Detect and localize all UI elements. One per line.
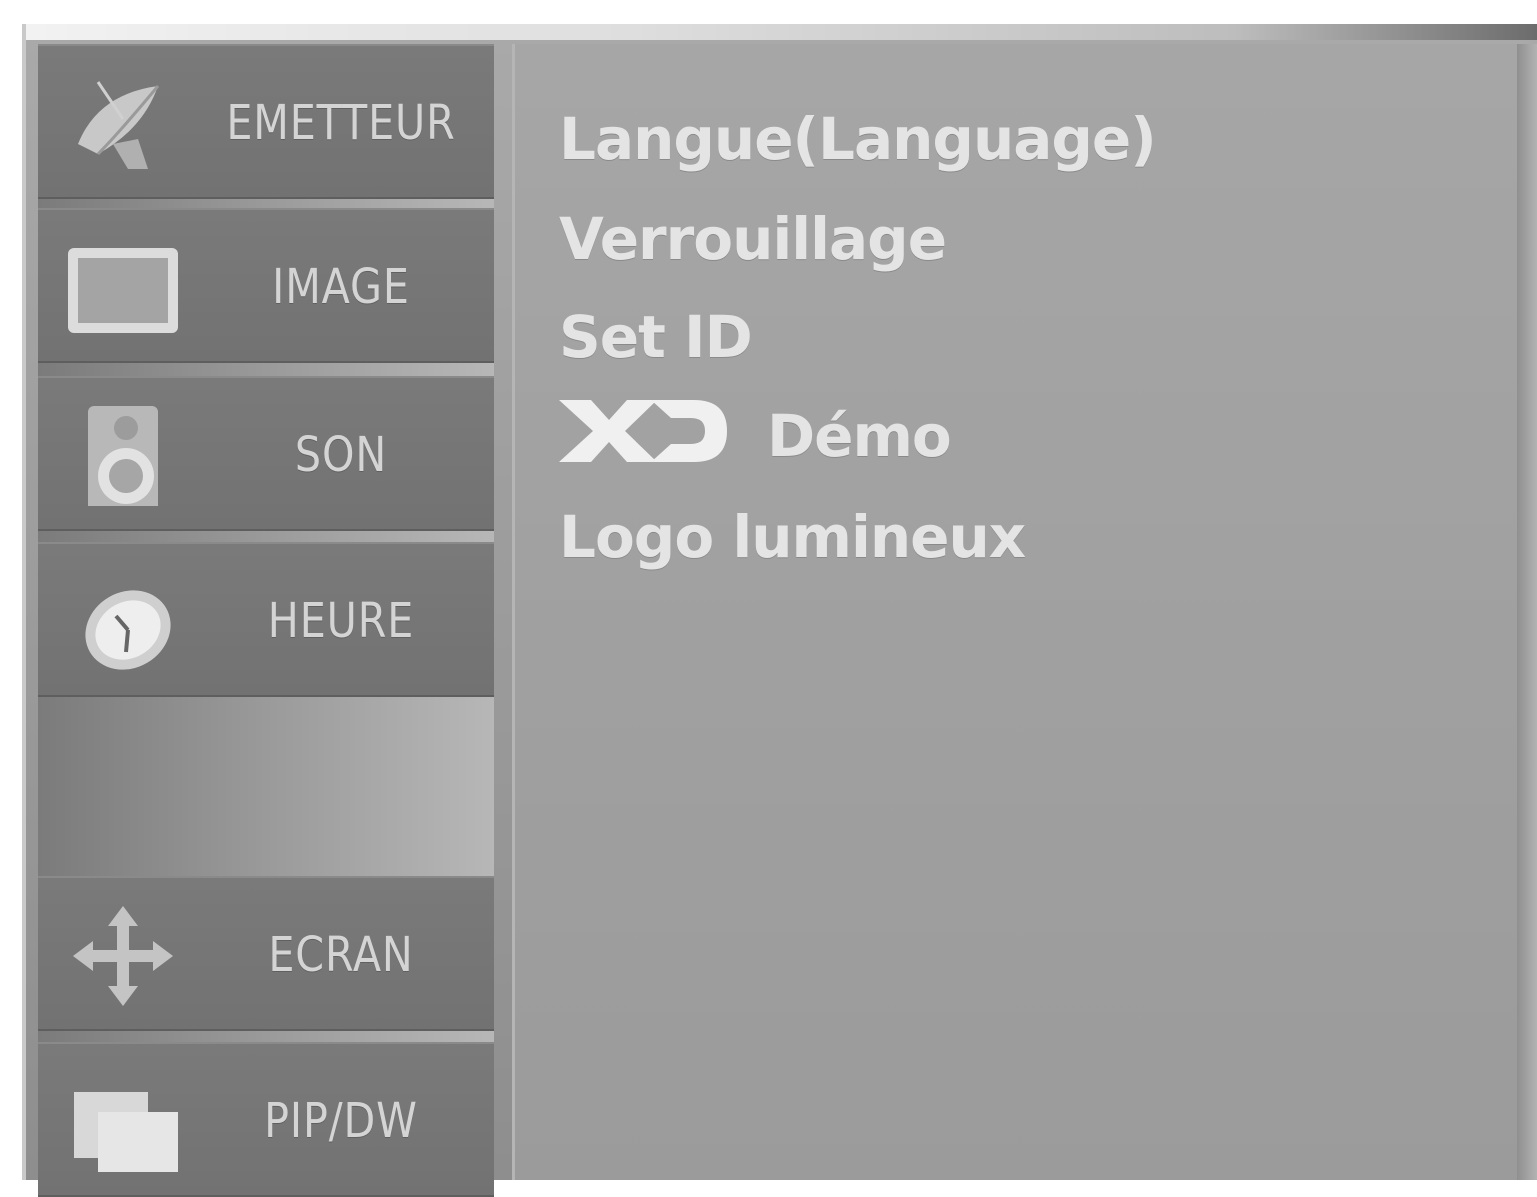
menu-item-langue[interactable]: Langue(Language) [559,104,1157,174]
top-strip [26,24,1537,40]
sidebar-item-label: ECRAN [268,926,414,983]
sidebar-item-label: IMAGE [272,258,410,315]
speaker-icon [88,406,158,506]
sidebar-item-pip-dw[interactable]: PIP/DW [38,1042,494,1197]
sidebar: EMETTEUR IMAGE SON HEURE ECRAN PIP/DW [38,44,494,1197]
sidebar-item-label: EMETTEUR [226,94,456,151]
picture-screen-icon [68,248,178,333]
satellite-dish-icon [78,81,160,169]
clock-icon [85,590,171,670]
sidebar-item-label: HEURE [267,592,415,649]
menu-item-set-id[interactable]: Set ID [559,302,753,372]
menu-item-xd-demo[interactable]: Démo [559,400,952,471]
sidebar-item-emetteur[interactable]: EMETTEUR [38,44,494,199]
sidebar-item-image[interactable]: IMAGE [38,208,494,363]
sidebar-item-label: PIP/DW [264,1092,418,1149]
sidebar-item-heure[interactable]: HEURE [38,542,494,697]
frame-edge [1517,44,1537,1180]
osd-menu: EMETTEUR IMAGE SON HEURE ECRAN PIP/DW La… [22,24,1537,1197]
sidebar-item-son[interactable]: SON [38,376,494,531]
sidebar-item-label: SON [294,426,388,483]
xd-logo-icon [559,400,727,462]
menu-item-label: Démo [767,402,952,470]
option-panel: Langue(Language) Verrouillage Set ID Dém… [512,44,1522,1180]
menu-item-verrouillage[interactable]: Verrouillage [559,204,947,274]
menu-item-logo-lumineux[interactable]: Logo lumineux [559,502,1026,572]
pip-windows-icon [74,1092,178,1172]
move-arrows-icon [73,906,173,1006]
sidebar-item-ecran[interactable]: ECRAN [38,876,494,1031]
